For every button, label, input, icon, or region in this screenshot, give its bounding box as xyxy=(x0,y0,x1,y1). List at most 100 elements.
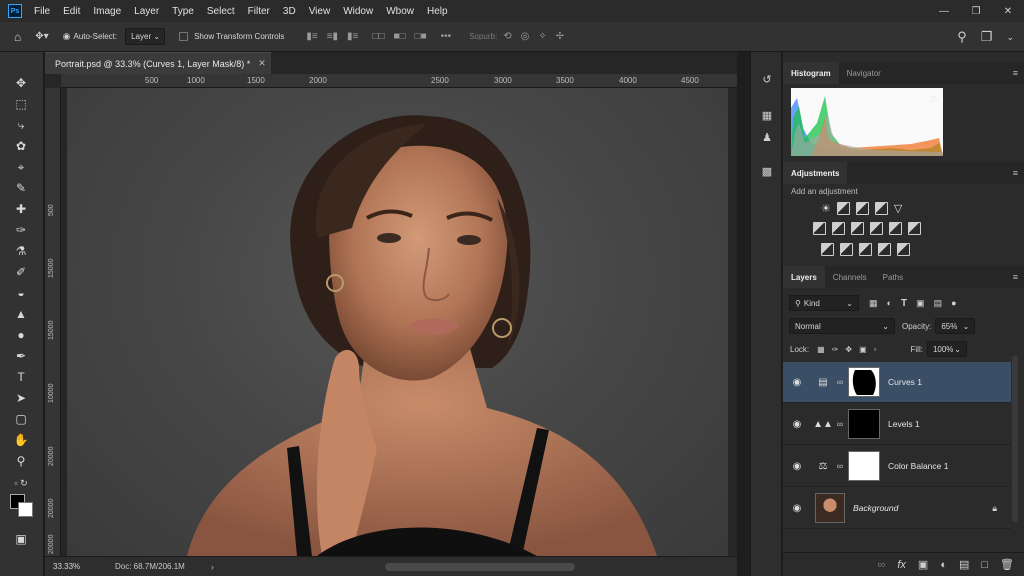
lock-all-icon[interactable]: ▫ xyxy=(874,345,877,354)
add-mask-icon[interactable]: ▣ xyxy=(918,558,928,571)
visibility-eye-icon[interactable]: ◉ xyxy=(783,503,811,514)
roll-3d-icon[interactable]: ◎ xyxy=(521,31,530,42)
posterize-icon[interactable] xyxy=(840,243,853,256)
background-color-swatch[interactable] xyxy=(18,502,33,517)
tab-paths[interactable]: Paths xyxy=(875,266,911,288)
layer-mask-thumbnail[interactable] xyxy=(848,367,880,397)
new-adjustment-layer-icon[interactable]: ◐ xyxy=(940,559,947,571)
document-info[interactable]: Doc: 68.7M/206.1M xyxy=(115,562,185,571)
auto-select-dropdown[interactable]: Layer ⌄ xyxy=(125,28,166,45)
link-chain-icon[interactable]: ∞ xyxy=(835,377,845,387)
new-layer-icon[interactable]: □ xyxy=(981,559,988,571)
document-tab[interactable]: Portrait.psd @ 33.3% (Curves 1, Layer Ma… xyxy=(45,52,271,74)
menu-image[interactable]: Image xyxy=(93,6,121,17)
opacity-field[interactable]: 65% ⌄ xyxy=(935,318,976,334)
selective-color-icon[interactable] xyxy=(878,243,891,256)
invert-icon[interactable] xyxy=(821,243,834,256)
menu-window-extra[interactable]: Wbow xyxy=(386,6,414,17)
history-panel-icon[interactable]: ↺ xyxy=(760,72,774,86)
black-white-icon[interactable] xyxy=(851,222,864,235)
image-canvas[interactable] xyxy=(67,88,728,556)
tab-adjustments[interactable]: Adjustments xyxy=(783,162,848,184)
align-middle-icon[interactable]: ■□ xyxy=(393,31,405,42)
filter-smart-object-icon[interactable]: ▤ xyxy=(934,298,943,309)
crop-tool-icon[interactable]: ⌖ xyxy=(11,158,31,176)
layer-row-levels[interactable]: ◉ ▲▲ ∞ Levels 1 xyxy=(783,404,1011,445)
kind-filter-dropdown[interactable]: ⚲ Kind ⌄ xyxy=(789,295,859,311)
quick-selection-tool-icon[interactable]: ✿ xyxy=(11,137,31,155)
zoom-level[interactable]: 33.33% xyxy=(53,562,93,571)
layer-name[interactable]: Color Balance 1 xyxy=(888,461,948,471)
dodge-tool-icon[interactable]: ● xyxy=(11,326,31,344)
move-tool-icon[interactable]: ✥ xyxy=(11,74,31,92)
visibility-eye-icon[interactable]: ◉ xyxy=(783,461,811,472)
tab-histogram[interactable]: Histogram xyxy=(783,62,839,84)
home-icon[interactable]: ⌂ xyxy=(14,30,21,44)
more-options-icon[interactable]: ••• xyxy=(441,31,452,42)
menu-view[interactable]: View xyxy=(309,6,331,17)
chevron-right-icon[interactable]: › xyxy=(211,562,214,572)
threshold-icon[interactable] xyxy=(859,243,872,256)
background-thumbnail[interactable] xyxy=(815,493,845,523)
horizontal-scrollbar[interactable] xyxy=(385,563,575,571)
layer-row-background[interactable]: ◉ Background 🔒︎ xyxy=(783,488,1011,529)
layers-scrollbar[interactable] xyxy=(1012,356,1018,522)
filter-type-icon[interactable]: T xyxy=(901,298,907,309)
menu-3d[interactable]: 3D xyxy=(283,6,296,17)
panel-menu-icon[interactable]: ≡ xyxy=(1013,168,1018,178)
fill-field[interactable]: 100% ⌄ xyxy=(926,341,967,357)
history-brush-tool-icon[interactable]: ✐ xyxy=(11,263,31,281)
clone-stamp-tool-icon[interactable]: ⚗ xyxy=(11,242,31,260)
align-left-icon[interactable]: ▮≡ xyxy=(306,31,317,42)
lock-icon[interactable]: 🔒︎ xyxy=(992,503,997,514)
chevron-down-icon[interactable]: ⌄ xyxy=(1006,32,1014,43)
curves-icon[interactable] xyxy=(855,202,869,215)
lasso-tool-icon[interactable]: ⤷ xyxy=(11,116,31,134)
swap-colors-icon[interactable]: ▫ ↻ xyxy=(11,474,31,492)
zoom-tool-icon[interactable]: ⚲ xyxy=(11,452,31,470)
show-transform-checkbox[interactable] xyxy=(179,32,189,41)
delete-layer-icon[interactable]: 🗑︎ xyxy=(1000,558,1014,571)
layer-name[interactable]: Levels 1 xyxy=(888,419,920,429)
new-group-icon[interactable]: ▤ xyxy=(959,558,969,571)
filter-pixel-icon[interactable]: ▦ xyxy=(869,298,878,309)
gradient-map-icon[interactable] xyxy=(897,243,910,256)
properties-panel-icon[interactable]: ▦ xyxy=(760,108,774,122)
tab-channels[interactable]: Channels xyxy=(825,266,875,288)
link-chain-icon[interactable]: ∞ xyxy=(835,419,845,429)
menu-window[interactable]: Widow xyxy=(343,6,373,17)
brightness-contrast-icon[interactable]: ☀ xyxy=(821,202,831,215)
layer-row-color-balance[interactable]: ◉ ⚖ ∞ Color Balance 1 xyxy=(783,446,1011,487)
character-panel-icon[interactable]: ♟ xyxy=(760,130,774,144)
lock-artboard-icon[interactable]: ▣ xyxy=(859,345,867,354)
lock-position-icon[interactable]: ✥ xyxy=(845,345,852,354)
vibrance-icon[interactable]: ▽ xyxy=(894,202,902,215)
close-icon[interactable]: ✕ xyxy=(992,0,1024,22)
filter-shape-icon[interactable]: ▣ xyxy=(916,298,925,309)
blend-mode-dropdown[interactable]: Normal ⌄ xyxy=(789,318,895,334)
close-tab-icon[interactable]: ✕ xyxy=(258,58,266,69)
visibility-eye-icon[interactable]: ◉ xyxy=(783,419,811,430)
lock-transparent-icon[interactable]: ▦ xyxy=(817,345,825,354)
libraries-panel-icon[interactable]: ▩ xyxy=(760,164,774,178)
hue-saturation-icon[interactable] xyxy=(813,222,826,235)
tab-layers[interactable]: Layers xyxy=(783,266,825,288)
tab-navigator[interactable]: Navigator xyxy=(839,62,889,84)
panel-menu-icon[interactable]: ≡ xyxy=(1013,68,1018,78)
visibility-eye-icon[interactable]: ◉ xyxy=(783,377,811,388)
filter-adjustment-icon[interactable]: ◐ xyxy=(887,298,892,308)
healing-brush-tool-icon[interactable]: ✚ xyxy=(11,200,31,218)
panel-menu-icon[interactable]: ≡ xyxy=(1013,272,1018,282)
align-center-icon[interactable]: ≡▮ xyxy=(327,31,338,42)
pen-tool-icon[interactable]: ✒ xyxy=(11,347,31,365)
drag-3d-icon[interactable]: ✧ xyxy=(538,31,546,42)
photo-filter-icon[interactable] xyxy=(870,222,883,235)
menu-filter[interactable]: Filter xyxy=(248,6,270,17)
exposure-icon[interactable] xyxy=(874,202,888,215)
move-tool-preset-icon[interactable]: ✥▾ xyxy=(35,31,48,42)
link-layers-icon[interactable]: ∞ xyxy=(878,559,886,571)
workspace-icon[interactable]: ❐ xyxy=(981,29,993,45)
restore-icon[interactable]: ❐ xyxy=(960,0,992,22)
link-chain-icon[interactable]: ∞ xyxy=(835,461,845,471)
hand-tool-icon[interactable]: ✋ xyxy=(11,431,31,449)
